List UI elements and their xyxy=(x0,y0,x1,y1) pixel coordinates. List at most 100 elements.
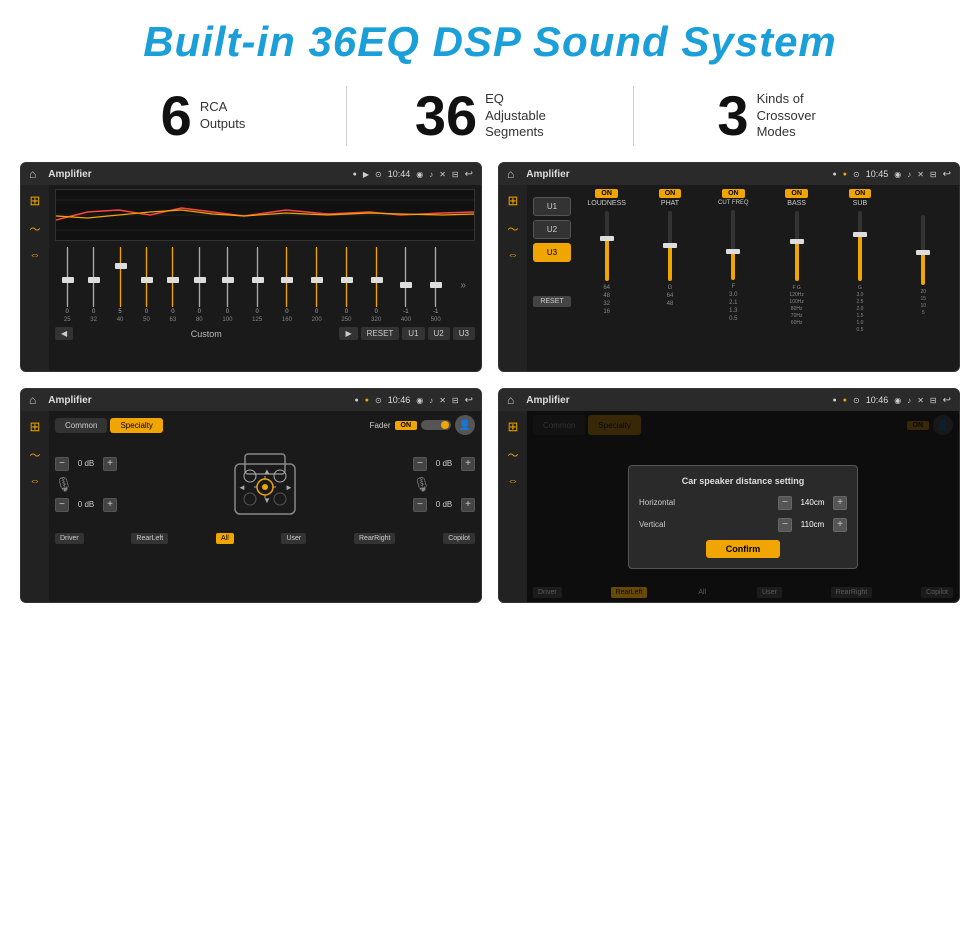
wave-icon-3[interactable]: 〜 xyxy=(30,447,41,463)
back-icon-3[interactable]: ↩ xyxy=(465,395,473,406)
volume-icon-3[interactable]: ♪ xyxy=(429,396,433,405)
close-icon-2[interactable]: ✕ xyxy=(917,170,924,179)
camera-icon-4[interactable]: ◉ xyxy=(894,396,901,405)
screen3-body: ⊞ 〜 ⇔ Common Specialty Fader ON xyxy=(21,411,481,602)
volume-icon[interactable]: ♪ xyxy=(429,170,433,179)
fader-on-button[interactable]: ON xyxy=(395,421,418,430)
vol-rr-minus[interactable]: − xyxy=(413,498,427,512)
user-button[interactable]: User xyxy=(281,533,306,544)
vol-rl-minus[interactable]: − xyxy=(55,498,69,512)
eq-slider-32[interactable]: 0 32 xyxy=(90,247,97,323)
profile-icon[interactable]: 👤 xyxy=(455,415,475,435)
eq-icon-4[interactable]: ⊞ xyxy=(508,419,519,435)
vol-rl-plus[interactable]: + xyxy=(103,498,117,512)
home-icon-2[interactable]: ⌂ xyxy=(507,167,514,181)
home-icon[interactable]: ⌂ xyxy=(29,167,36,181)
play-icon[interactable]: ▶ xyxy=(363,170,369,179)
arrows-icon-2[interactable]: ⇔ xyxy=(508,249,519,261)
close-icon-4[interactable]: ✕ xyxy=(917,396,924,405)
eq-slider-63[interactable]: 0 63 xyxy=(170,247,177,323)
vertical-plus-button[interactable]: + xyxy=(833,518,847,532)
rearleft-button[interactable]: RearLeft xyxy=(131,533,168,544)
volume-icon-4[interactable]: ♪ xyxy=(907,396,911,405)
eq-icon-2[interactable]: ⊞ xyxy=(508,193,519,209)
eq-slider-80[interactable]: 0 80 xyxy=(196,247,203,323)
back-icon-4[interactable]: ↩ xyxy=(943,395,951,406)
vol-fr-minus[interactable]: − xyxy=(413,457,427,471)
copilot-button[interactable]: Copilot xyxy=(443,533,475,544)
eq-icon-3[interactable]: ⊞ xyxy=(30,419,41,435)
monitor-icon-4[interactable]: ⊟ xyxy=(930,396,937,405)
eq-slider-160[interactable]: 0 160 xyxy=(282,247,292,323)
driver-button[interactable]: Driver xyxy=(55,533,84,544)
cutfreq-track[interactable] xyxy=(731,210,735,280)
eq-slider-25[interactable]: 0 25 xyxy=(64,247,71,323)
eq-slider-125[interactable]: 0 125 xyxy=(252,247,262,323)
page-header: Built-in 36EQ DSP Sound System xyxy=(0,0,980,76)
bass-track-f[interactable] xyxy=(795,211,799,281)
camera-icon-3[interactable]: ◉ xyxy=(416,396,423,405)
eq-reset-button[interactable]: RESET xyxy=(361,327,400,340)
vol-fl-minus[interactable]: − xyxy=(55,457,69,471)
camera-icon[interactable]: ◉ xyxy=(416,170,423,179)
vol-fl-plus[interactable]: + xyxy=(103,457,117,471)
wave-icon-2[interactable]: 〜 xyxy=(508,221,519,237)
volume-icon-2[interactable]: ♪ xyxy=(907,170,911,179)
horizontal-controls: − 140cm + xyxy=(778,496,847,510)
rearright-button[interactable]: RearRight xyxy=(354,533,396,544)
monitor-icon-2[interactable]: ⊟ xyxy=(930,170,937,179)
loudness-track[interactable] xyxy=(605,211,609,281)
eq-slider-more[interactable]: » xyxy=(460,280,466,291)
confirm-button[interactable]: Confirm xyxy=(706,540,781,558)
back-icon[interactable]: ↩ xyxy=(465,169,473,180)
back-icon-2[interactable]: ↩ xyxy=(943,169,951,180)
eq-next-button[interactable]: ▶ xyxy=(339,327,357,340)
mode-u3-button[interactable]: U3 xyxy=(533,243,571,262)
vol-rr-plus[interactable]: + xyxy=(461,498,475,512)
phat-track[interactable] xyxy=(668,211,672,281)
bass-on-btn[interactable]: ON xyxy=(785,189,808,198)
cutfreq-on-btn[interactable]: ON xyxy=(722,189,745,198)
tab-common[interactable]: Common xyxy=(55,418,107,433)
eq-u3-button[interactable]: U3 xyxy=(453,327,475,340)
sub-track[interactable] xyxy=(858,211,862,281)
horizontal-minus-button[interactable]: − xyxy=(778,496,792,510)
eq-u2-button[interactable]: U2 xyxy=(428,327,450,340)
eq-slider-500[interactable]: -1 500 xyxy=(431,247,441,323)
eq-icon[interactable]: ⊞ xyxy=(30,193,41,209)
monitor-icon-3[interactable]: ⊟ xyxy=(452,396,459,405)
vol-fr-plus[interactable]: + xyxy=(461,457,475,471)
eq-slider-100[interactable]: 0 100 xyxy=(222,247,232,323)
wave-icon[interactable]: 〜 xyxy=(30,221,41,237)
monitor-icon[interactable]: ⊟ xyxy=(452,170,459,179)
wave-icon-4[interactable]: 〜 xyxy=(508,447,519,463)
home-icon-3[interactable]: ⌂ xyxy=(29,393,36,407)
vertical-minus-button[interactable]: − xyxy=(778,518,792,532)
close-icon-3[interactable]: ✕ xyxy=(439,396,446,405)
home-icon-4[interactable]: ⌂ xyxy=(507,393,514,407)
vol-fl: − 0 dB + xyxy=(55,457,117,471)
mode-u2-button[interactable]: U2 xyxy=(533,220,571,239)
arrows-icon[interactable]: ⇔ xyxy=(30,249,41,261)
sub2-track[interactable] xyxy=(921,215,925,285)
camera-icon-2[interactable]: ◉ xyxy=(894,170,901,179)
eq-prev-button[interactable]: ◀ xyxy=(55,327,73,340)
mode-u1-button[interactable]: U1 xyxy=(533,197,571,216)
eq-slider-400[interactable]: -1 400 xyxy=(401,247,411,323)
horizontal-plus-button[interactable]: + xyxy=(833,496,847,510)
arrows-icon-3[interactable]: ⇔ xyxy=(30,475,41,487)
eq-slider-40[interactable]: 5 40 xyxy=(117,247,124,323)
eq-u1-button[interactable]: U1 xyxy=(402,327,424,340)
close-icon[interactable]: ✕ xyxy=(439,170,446,179)
phat-on-btn[interactable]: ON xyxy=(659,189,682,198)
eq-slider-50[interactable]: 0 50 xyxy=(143,247,150,323)
reset-cx-button[interactable]: RESET xyxy=(533,296,571,307)
arrows-icon-4[interactable]: ⇔ xyxy=(508,475,519,487)
tab-specialty[interactable]: Specialty xyxy=(110,418,162,433)
eq-slider-250[interactable]: 0 250 xyxy=(341,247,351,323)
sub-on-btn[interactable]: ON xyxy=(849,189,872,198)
all-button[interactable]: All xyxy=(216,533,234,544)
eq-slider-320[interactable]: 0 320 xyxy=(371,247,381,323)
eq-slider-200[interactable]: 0 200 xyxy=(312,247,322,323)
loudness-on-btn[interactable]: ON xyxy=(595,189,618,198)
